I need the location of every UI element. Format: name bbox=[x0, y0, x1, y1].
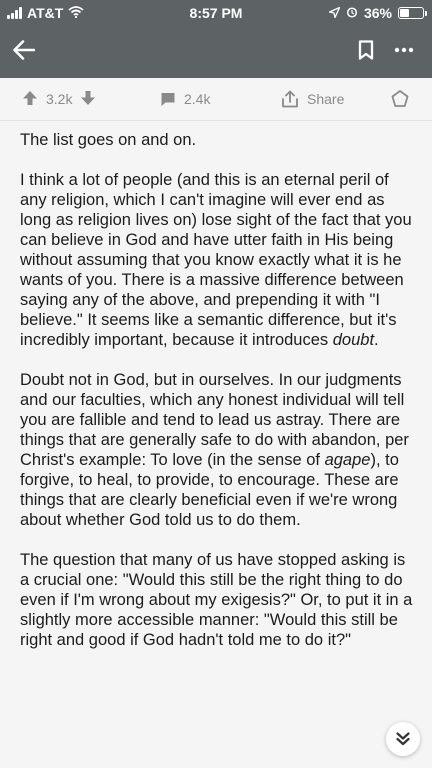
battery-percent: 36% bbox=[363, 5, 392, 21]
more-dots-icon bbox=[394, 47, 414, 53]
upvote-arrow-icon bbox=[23, 90, 37, 105]
bookmark-button[interactable] bbox=[352, 36, 380, 64]
top-bar: AT&T 8:57 PM 36% bbox=[0, 0, 432, 78]
location-icon bbox=[328, 5, 341, 21]
scroll-down-button[interactable] bbox=[386, 722, 420, 756]
share-label: Share bbox=[307, 91, 345, 107]
upvote-count: 3.2k bbox=[46, 91, 73, 107]
paragraph-2-text: I think a lot of people (and this is an … bbox=[20, 171, 412, 349]
paragraph-3: Doubt not in God, but in ourselves. In o… bbox=[20, 370, 416, 530]
double-chevron-down-icon bbox=[396, 732, 410, 746]
nav-row bbox=[0, 28, 432, 72]
award-button[interactable] bbox=[391, 78, 409, 120]
downvote-arrow-icon bbox=[81, 90, 96, 105]
comment-bubble-icon bbox=[161, 92, 175, 106]
vote-group: 3.2k bbox=[22, 78, 96, 120]
downvote-button[interactable] bbox=[80, 90, 96, 109]
alarm-icon bbox=[346, 5, 358, 21]
award-icon bbox=[391, 90, 409, 107]
emphasis-agape: agape bbox=[324, 451, 371, 469]
paragraph-4: The question that many of us have stoppe… bbox=[20, 551, 413, 649]
bookmark-icon bbox=[358, 40, 374, 60]
emphasis-doubt: doubt bbox=[332, 331, 375, 349]
status-bar: AT&T 8:57 PM 36% bbox=[0, 0, 432, 24]
comments-button[interactable]: 2.4k bbox=[160, 78, 210, 120]
share-button[interactable]: Share bbox=[281, 78, 344, 120]
upvote-button[interactable] bbox=[22, 90, 38, 109]
arrow-left-icon bbox=[13, 40, 35, 60]
paragraph-1: The list goes on and on. bbox=[20, 131, 197, 149]
more-options-button[interactable] bbox=[390, 36, 418, 64]
battery-icon bbox=[398, 7, 427, 19]
comment-count: 2.4k bbox=[184, 91, 211, 107]
post-action-bar: 3.2k 2.4k Share bbox=[0, 78, 432, 121]
post-body: The list goes on and on. I think a lot o… bbox=[20, 130, 416, 670]
back-button[interactable] bbox=[8, 34, 40, 66]
battery-level bbox=[400, 9, 409, 17]
paragraph-2: I think a lot of people (and this is an … bbox=[20, 170, 416, 350]
share-icon bbox=[282, 90, 298, 108]
paragraph-2-end: . bbox=[374, 331, 379, 349]
status-right: 36% bbox=[328, 5, 427, 21]
